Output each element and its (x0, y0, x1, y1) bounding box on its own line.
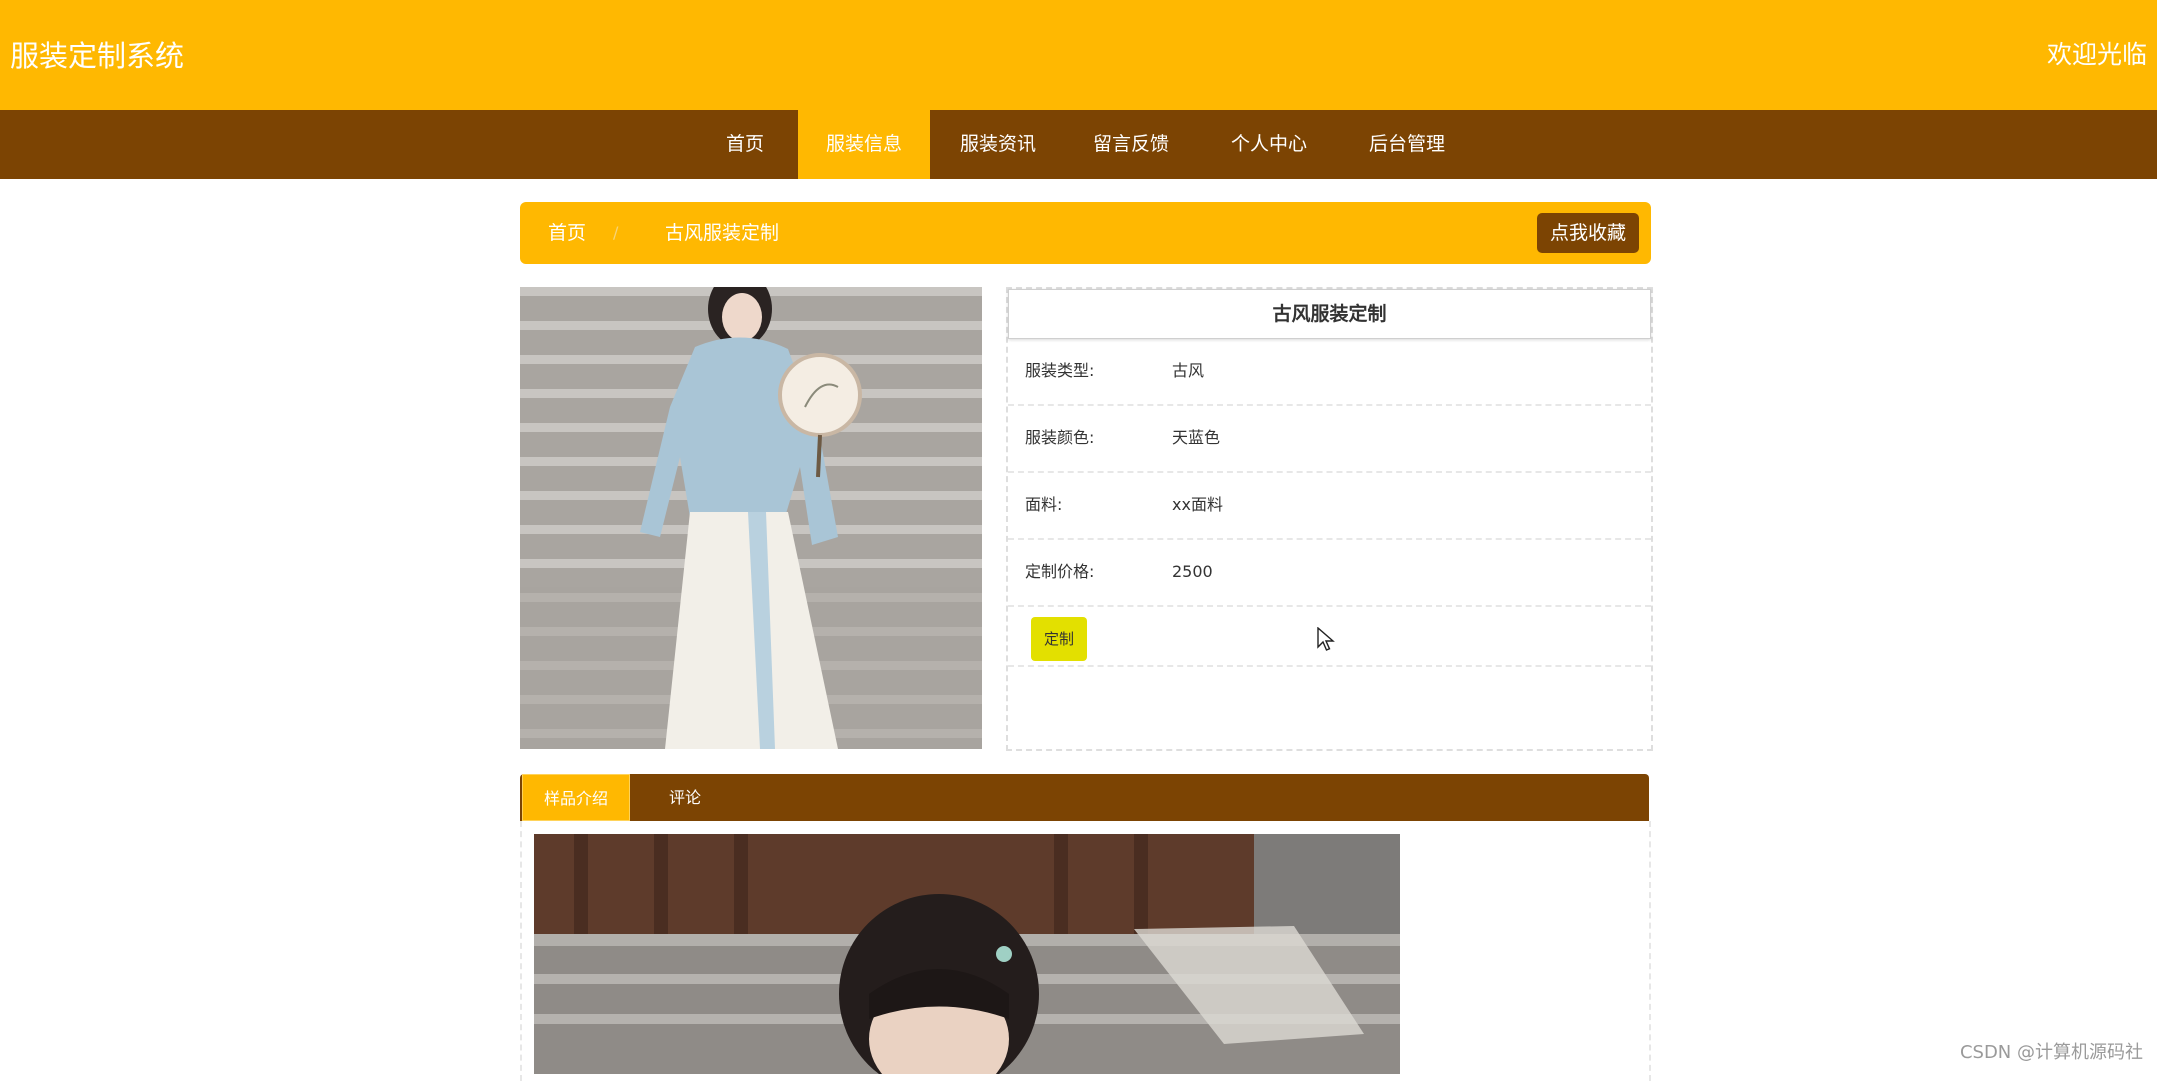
favorite-button[interactable]: 点我收藏 (1537, 213, 1639, 253)
product-info-panel: 古风服装定制 服装类型: 古风 服装颜色: 天蓝色 面料: xx面料 定制价格:… (1006, 287, 1653, 751)
info-row-type: 服装类型: 古风 (1008, 337, 1651, 406)
product-title: 古风服装定制 (1008, 289, 1651, 339)
mouse-cursor-icon (1317, 627, 1335, 651)
main-nav: 首页 服装信息 服装资讯 留言反馈 个人中心 后台管理 (0, 110, 2157, 179)
field-label: 面料: (1025, 495, 1063, 514)
csdn-watermark: CSDN @计算机源码社 (1959, 1042, 2143, 1063)
breadcrumb: 首页 / 古风服装定制 点我收藏 (520, 202, 1651, 264)
customize-button[interactable]: 定制 (1031, 617, 1087, 661)
site-title: 服装定制系统 (10, 39, 185, 73)
breadcrumb-separator: / (613, 223, 619, 242)
tab-sample-intro[interactable]: 样品介绍 (522, 774, 630, 821)
info-row-color: 服装颜色: 天蓝色 (1008, 404, 1651, 473)
sample-detail-illustration (534, 834, 1400, 1074)
nav-item-clothing-news[interactable]: 服装资讯 (950, 110, 1046, 179)
nav-item-home[interactable]: 首页 (708, 110, 782, 179)
field-value: xx面料 (1172, 495, 1223, 514)
field-label: 定制价格: (1025, 562, 1095, 581)
sample-detail-image (534, 834, 1400, 1074)
top-header: 服装定制系统 欢迎光临 (0, 0, 2157, 110)
field-value: 2500 (1172, 562, 1213, 581)
info-row-price: 定制价格: 2500 (1008, 538, 1651, 607)
nav-item-clothing-info[interactable]: 服装信息 (798, 110, 930, 179)
field-value: 天蓝色 (1172, 428, 1221, 447)
welcome-text: 欢迎光临 (2046, 40, 2147, 69)
nav-item-personal-center[interactable]: 个人中心 (1221, 110, 1317, 179)
nav-item-admin[interactable]: 后台管理 (1359, 110, 1455, 179)
product-photo (520, 287, 982, 749)
field-label: 服装类型: (1025, 361, 1095, 380)
nav-item-feedback[interactable]: 留言反馈 (1083, 110, 1179, 179)
field-value: 古风 (1172, 361, 1205, 380)
product-photo-illustration (520, 287, 982, 749)
info-row-fabric: 面料: xx面料 (1008, 471, 1651, 540)
field-label: 服装颜色: (1025, 428, 1095, 447)
tab-comments[interactable]: 评论 (630, 774, 740, 821)
breadcrumb-current: 古风服装定制 (665, 222, 780, 244)
detail-tabs: 样品介绍 评论 (520, 774, 1649, 821)
breadcrumb-home-link[interactable]: 首页 (548, 202, 586, 264)
